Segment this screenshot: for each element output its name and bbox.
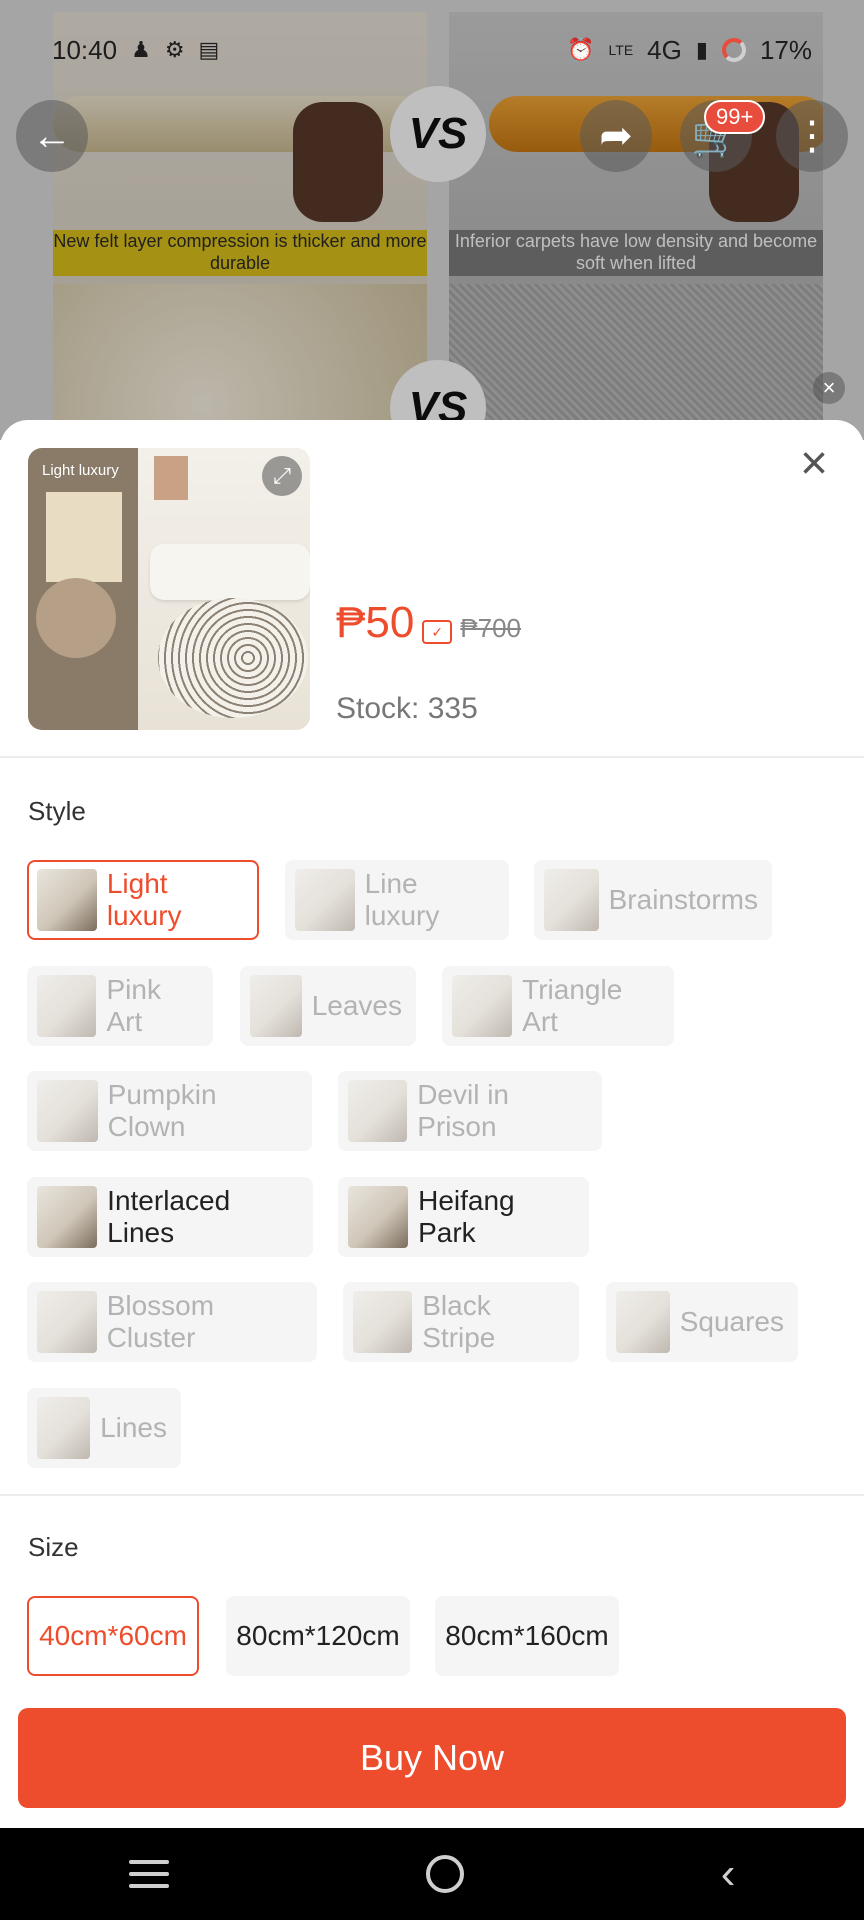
- price-row: ₱50 ✓ ₱700: [336, 598, 521, 648]
- stock-count: Stock: 335: [336, 692, 478, 725]
- back-arrow-icon[interactable]: ←: [16, 100, 88, 172]
- style-option-line-luxury[interactable]: Line luxury: [285, 860, 509, 940]
- variation-bottom-sheet: Light luxury ⤢ × ₱50 ✓ ₱700 Stock: 335 S…: [0, 420, 864, 1828]
- more-options-icon[interactable]: ⋮: [776, 100, 848, 172]
- style-thumbnail: [348, 1080, 408, 1142]
- style-option-heifang-park[interactable]: Heifang Park: [338, 1177, 589, 1257]
- volte-icon: LTE: [608, 42, 634, 58]
- product-thumbnail[interactable]: Light luxury ⤢: [28, 448, 310, 730]
- alarm-icon: ⏰: [567, 37, 595, 62]
- style-option-squares[interactable]: Squares: [606, 1282, 798, 1362]
- style-thumbnail: [250, 975, 302, 1037]
- style-thumbnail: [37, 1186, 98, 1248]
- style-option-pink-art[interactable]: Pink Art: [27, 966, 213, 1046]
- battery-level: 17%: [759, 34, 812, 65]
- status-time: 10:40: [52, 34, 118, 65]
- style-option-triangle-art[interactable]: Triangle Art: [442, 966, 674, 1046]
- style-option-pumpkin-clown[interactable]: Pumpkin Clown: [27, 1071, 312, 1151]
- card-icon: ▤: [198, 37, 220, 62]
- thumbnail-label: Light luxury: [42, 462, 119, 479]
- style-option-blossom-cluster[interactable]: Blossom Cluster: [27, 1282, 317, 1362]
- style-thumbnail: [353, 1291, 413, 1353]
- style-option-label: Black Stripe: [422, 1290, 496, 1353]
- style-option-label: Pink Art: [106, 974, 161, 1037]
- style-thumbnail: [37, 1397, 91, 1459]
- style-option-label: Interlaced Lines: [107, 1185, 231, 1248]
- close-icon-small[interactable]: ×: [813, 372, 845, 404]
- cart-count-badge: 99+: [704, 100, 766, 134]
- home-icon[interactable]: [425, 1855, 464, 1893]
- close-icon[interactable]: ×: [792, 440, 836, 488]
- style-option-label: Brainstorms: [608, 884, 758, 915]
- style-option-devil-in-prison[interactable]: Devil in Prison: [338, 1071, 602, 1151]
- share-icon[interactable]: ➦: [580, 100, 652, 172]
- style-option-label: Pumpkin Clown: [107, 1079, 217, 1142]
- size-option-40x60[interactable]: 40cm*60cm: [27, 1596, 199, 1676]
- recent-apps-icon[interactable]: [128, 1860, 169, 1888]
- style-option-label: Line luxury: [364, 868, 440, 931]
- style-option-interlaced-lines[interactable]: Interlaced Lines: [27, 1177, 313, 1257]
- size-option-80x160[interactable]: 80cm*160cm: [435, 1596, 619, 1676]
- person-icon: ♟: [131, 37, 151, 62]
- signal-icon: ▮: [695, 37, 708, 62]
- style-option-label: Triangle Art: [522, 974, 623, 1037]
- style-thumbnail: [37, 1291, 97, 1353]
- size-section-label: Size: [28, 1532, 79, 1562]
- style-thumbnail: [295, 869, 355, 931]
- style-option-brainstorms[interactable]: Brainstorms: [534, 860, 772, 940]
- battery-ring-icon: [721, 38, 746, 62]
- system-navigation-bar: ‹: [0, 1828, 864, 1920]
- system-back-icon[interactable]: ‹: [721, 1852, 736, 1896]
- style-thumbnail: [616, 1291, 670, 1353]
- style-option-label: Heifang Park: [418, 1185, 515, 1248]
- style-option-label: Blossom Cluster: [106, 1290, 215, 1353]
- expand-icon[interactable]: ⤢: [262, 456, 302, 496]
- style-thumbnail: [37, 975, 97, 1037]
- style-thumbnail: [37, 869, 97, 931]
- style-option-label: Devil in Prison: [417, 1079, 509, 1142]
- buy-now-button[interactable]: Buy Now: [18, 1708, 846, 1808]
- style-option-label: Light luxury: [106, 868, 182, 931]
- divider: [0, 756, 864, 758]
- status-bar: 10:40 ♟ ⚙ ▤ ⏰ LTE 4G ▮ 17%: [0, 28, 864, 72]
- style-thumbnail: [452, 975, 513, 1037]
- network-type: 4G: [647, 34, 682, 65]
- style-thumbnail: [348, 1186, 409, 1248]
- divider: [0, 1494, 864, 1496]
- style-option-label: Lines: [100, 1412, 167, 1443]
- voucher-icon: ✓: [422, 620, 453, 644]
- style-option-black-stripe[interactable]: Black Stripe: [343, 1282, 579, 1362]
- style-thumbnail: [544, 869, 599, 931]
- style-section-label: Style: [28, 796, 86, 826]
- style-thumbnail: [37, 1080, 98, 1142]
- current-price: ₱50: [336, 598, 415, 647]
- original-price: ₱700: [460, 613, 522, 643]
- size-option-80x120[interactable]: 80cm*120cm: [226, 1596, 410, 1676]
- settings-icon: ⚙: [164, 37, 185, 62]
- style-option-lines[interactable]: Lines: [27, 1388, 181, 1468]
- style-option-light-luxury[interactable]: Light luxury: [27, 860, 259, 940]
- style-option-leaves[interactable]: Leaves: [240, 966, 416, 1046]
- style-option-label: Leaves: [311, 990, 402, 1021]
- style-option-label: Squares: [679, 1306, 784, 1337]
